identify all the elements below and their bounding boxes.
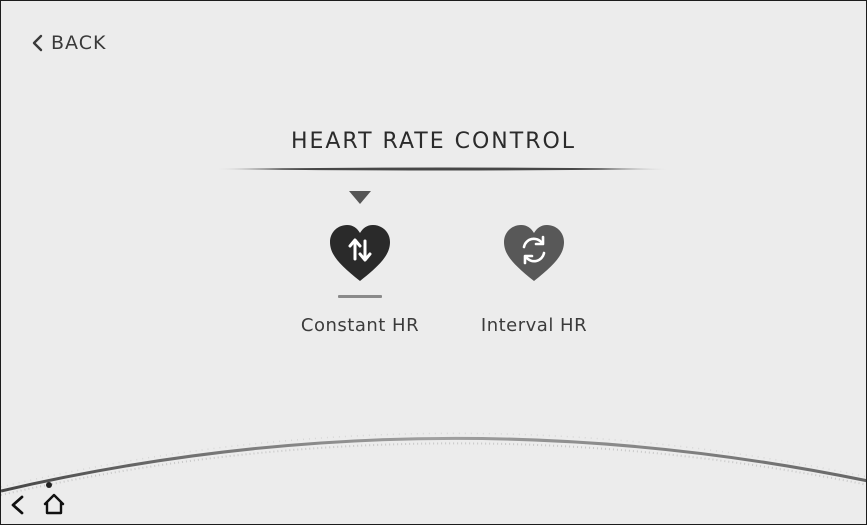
decorative-arc [1,432,866,496]
home-icon [43,493,65,519]
selected-indicator [349,191,371,211]
chevron-left-icon [31,34,43,52]
back-label: BACK [51,32,107,54]
page-title: HEART RATE CONTROL [290,129,577,154]
option-constant-hr[interactable]: Constant HR [285,191,435,336]
option-interval-hr[interactable]: Interval HR [459,191,609,336]
heart-cycle-icon [502,223,566,283]
heart-up-down-arrows-icon [328,223,392,283]
selected-underline [338,295,382,298]
title-divider [214,167,670,171]
option-label: Interval HR [480,315,588,336]
home-button[interactable] [43,493,65,519]
screen: BACK HEART RATE CONTROL Constant HR Inte… [0,0,867,525]
option-label: Constant HR [300,315,420,336]
chevron-left-icon [10,495,24,519]
nav-back-button[interactable] [10,495,24,519]
back-button[interactable]: BACK [31,32,106,54]
